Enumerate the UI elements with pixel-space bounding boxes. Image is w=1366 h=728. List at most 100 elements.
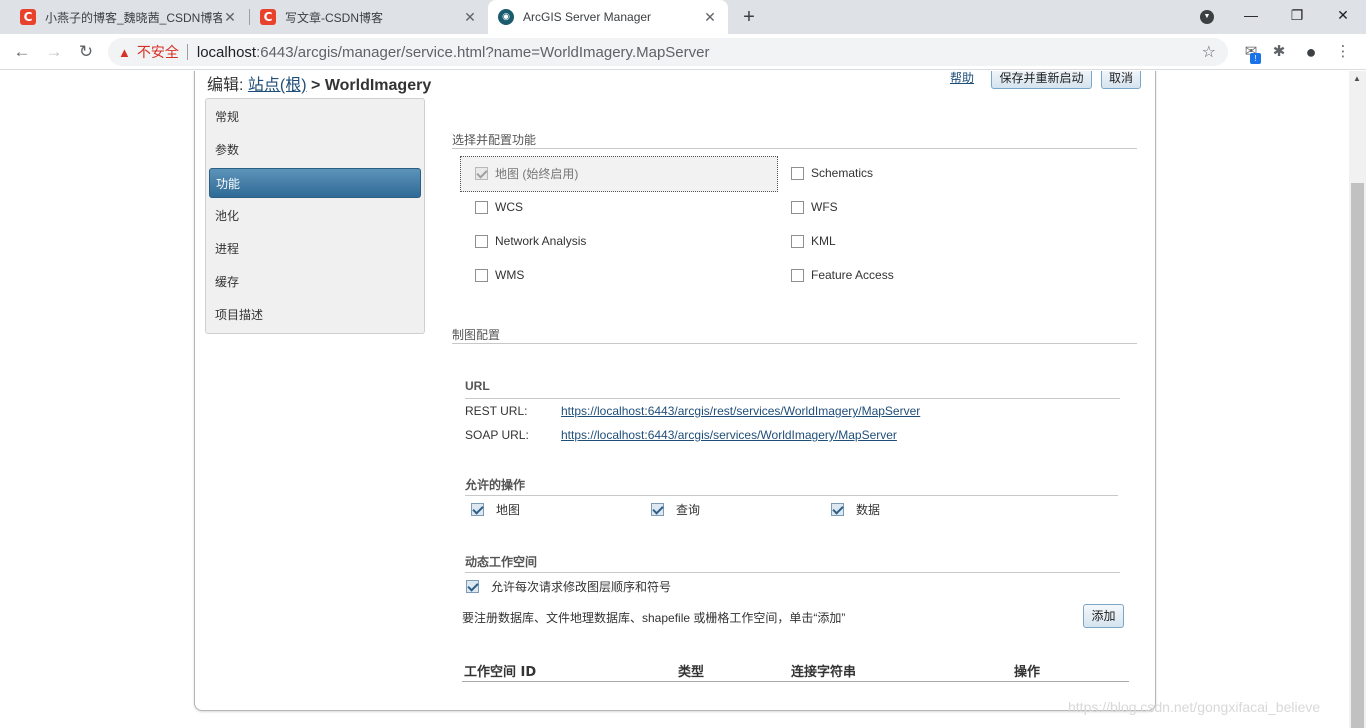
window-close-icon[interactable]: ✕ (1320, 0, 1366, 34)
sidebar-item-capabilities[interactable]: 功能 (209, 168, 421, 198)
rest-url-link[interactable]: https://localhost:6443/arcgis/rest/servi… (561, 404, 920, 418)
operation-map-checkbox[interactable] (471, 502, 484, 516)
browser-toolbar: ← → ↻ ▲ 不安全 localhost:6443/arcgis/manage… (0, 34, 1366, 70)
browser-tab-2[interactable]: C 写文章-CSDN博客 ✕ (250, 0, 488, 34)
mapping-divider (452, 343, 1137, 344)
capability-schematics-checkbox[interactable] (791, 166, 804, 180)
profile-icon[interactable]: ● (1300, 41, 1322, 63)
forward-icon[interactable]: → (42, 40, 66, 64)
tab-title: 写文章-CSDN博客 (285, 10, 383, 25)
service-name: WorldImagery (324, 77, 432, 94)
capability-label: WMS (495, 268, 525, 282)
edit-prefix: 编辑: (207, 77, 244, 94)
help-link[interactable]: 帮助 (950, 71, 974, 86)
close-icon[interactable]: ✕ (702, 9, 718, 26)
close-icon[interactable]: ✕ (462, 9, 478, 26)
capability-wfs-checkbox[interactable] (791, 200, 804, 214)
operation-label: 数据 (856, 502, 881, 517)
save-restart-button[interactable]: 保存并重新启动 (991, 71, 1092, 89)
breadcrumb-separator: > (311, 77, 321, 94)
capability-wms-checkbox[interactable] (475, 268, 488, 282)
mapping-section-title: 制图配置 (452, 328, 501, 342)
menu-icon[interactable]: ⋮ (1332, 41, 1354, 63)
security-label: 不安全 (136, 44, 179, 60)
capability-feature-access[interactable]: Feature Access (791, 263, 894, 287)
vertical-scrollbar[interactable]: ▲ (1349, 71, 1366, 728)
omnibox-divider (186, 44, 188, 60)
back-icon[interactable]: ← (10, 40, 34, 64)
soap-url-link[interactable]: https://localhost:6443/arcgis/services/W… (561, 428, 897, 442)
minimize-icon[interactable]: — (1228, 0, 1274, 34)
operation-map[interactable]: 地图 (471, 497, 520, 521)
capability-schematics[interactable]: Schematics (791, 161, 873, 185)
scrollbar-thumb[interactable] (1351, 183, 1364, 728)
url-section-title: URL (465, 379, 490, 393)
soap-url-label: SOAP URL: (465, 428, 529, 442)
csdn-icon: C (20, 9, 36, 25)
page-viewport: 编辑: 站点(根) > WorldImagery 帮助 保存并重新启动 取消 常… (0, 71, 1366, 728)
extension-badge: ! (1250, 53, 1261, 64)
tab-title: 小燕子的博客_魏晓茜_CSDN博客 (45, 10, 222, 25)
dynamic-workspace-divider (465, 572, 1120, 573)
url-text[interactable]: localhost:6443/arcgis/manager/service.ht… (197, 44, 710, 61)
browser-tab-3[interactable]: ◉ ArcGIS Server Manager ✕ (488, 0, 728, 34)
cancel-button[interactable]: 取消 (1101, 71, 1141, 89)
breadcrumb-site-root[interactable]: 站点(根) (248, 77, 307, 94)
sidebar-item-parameters[interactable]: 参数 (209, 135, 421, 165)
sidebar-item-processes[interactable]: 进程 (209, 234, 421, 264)
bookmark-star-icon[interactable]: ☆ (1202, 42, 1216, 62)
capability-label: WCS (495, 200, 523, 214)
close-icon[interactable]: ✕ (222, 9, 238, 26)
tab-search-icon[interactable]: ▼ (1200, 10, 1214, 24)
restore-icon[interactable]: ❐ (1274, 0, 1320, 34)
capability-wcs[interactable]: WCS (475, 195, 523, 219)
capability-label: WFS (811, 200, 838, 214)
capability-map[interactable]: 地图 (始终启用) (475, 161, 578, 185)
capability-kml-checkbox[interactable] (791, 234, 804, 248)
workspace-hint: 要注册数据库、文件地理数据库、shapefile 或栅格工作空间，单击“添加” (462, 611, 846, 625)
capability-label: Schematics (811, 166, 874, 180)
sidebar-item-pooling[interactable]: 池化 (209, 201, 421, 231)
tab-title: ArcGIS Server Manager (523, 10, 652, 24)
address-bar[interactable]: ▲ 不安全 localhost:6443/arcgis/manager/serv… (108, 38, 1228, 66)
capability-wms[interactable]: WMS (475, 263, 524, 287)
capability-kml[interactable]: KML (791, 229, 836, 253)
sidebar-item-general[interactable]: 常规 (209, 102, 421, 132)
rest-url-label: REST URL: (465, 404, 528, 418)
capability-wcs-checkbox[interactable] (475, 200, 488, 214)
capability-network-analysis-checkbox[interactable] (475, 234, 488, 248)
url-divider (465, 398, 1120, 399)
capability-feature-access-checkbox[interactable] (791, 268, 804, 282)
warning-icon: ▲ (118, 44, 131, 60)
column-type: 类型 (678, 665, 705, 680)
capability-label: KML (811, 234, 836, 248)
capability-label: Feature Access (811, 268, 894, 282)
scroll-up-icon[interactable]: ▲ (1353, 74, 1361, 83)
operation-data-checkbox[interactable] (831, 502, 844, 516)
operation-data[interactable]: 数据 (831, 497, 880, 521)
puzzle-icon[interactable]: ✱ (1268, 41, 1290, 63)
browser-tab-bar: C 小燕子的博客_魏晓茜_CSDN博客 ✕ C 写文章-CSDN博客 ✕ ◉ A… (0, 0, 1366, 34)
column-connection-string: 连接字符串 (791, 665, 857, 680)
sidebar-item-item-description[interactable]: 项目描述 (209, 300, 421, 330)
allow-layer-order-change[interactable]: 允许每次请求修改图层顺序和符号 (466, 574, 671, 598)
operation-query-checkbox[interactable] (651, 502, 664, 516)
capability-map-checkbox[interactable] (475, 166, 488, 180)
capability-label: 地图 (始终启用) (495, 166, 579, 181)
capability-label: Network Analysis (495, 234, 587, 248)
reload-icon[interactable]: ↻ (74, 40, 98, 64)
add-workspace-button[interactable]: 添加 (1083, 604, 1124, 628)
page-title: 编辑: 站点(根) > WorldImagery (207, 71, 431, 95)
capability-network-analysis[interactable]: Network Analysis (475, 229, 586, 253)
allow-layer-order-checkbox[interactable] (466, 579, 479, 593)
sidebar-item-caching[interactable]: 缓存 (209, 267, 421, 297)
allow-layer-order-label: 允许每次请求修改图层顺序和符号 (491, 579, 672, 594)
capability-wfs[interactable]: WFS (791, 195, 838, 219)
settings-sidebar: 常规 参数 功能 池化 进程 缓存 项目描述 (205, 98, 425, 334)
globe-icon: ◉ (498, 9, 514, 25)
new-tab-button[interactable]: + (738, 4, 760, 30)
capabilities-section-title: 选择并配置功能 (452, 133, 537, 147)
csdn-icon: C (260, 9, 276, 25)
operation-query[interactable]: 查询 (651, 497, 700, 521)
browser-tab-1[interactable]: C 小燕子的博客_魏晓茜_CSDN博客 ✕ (10, 0, 248, 34)
